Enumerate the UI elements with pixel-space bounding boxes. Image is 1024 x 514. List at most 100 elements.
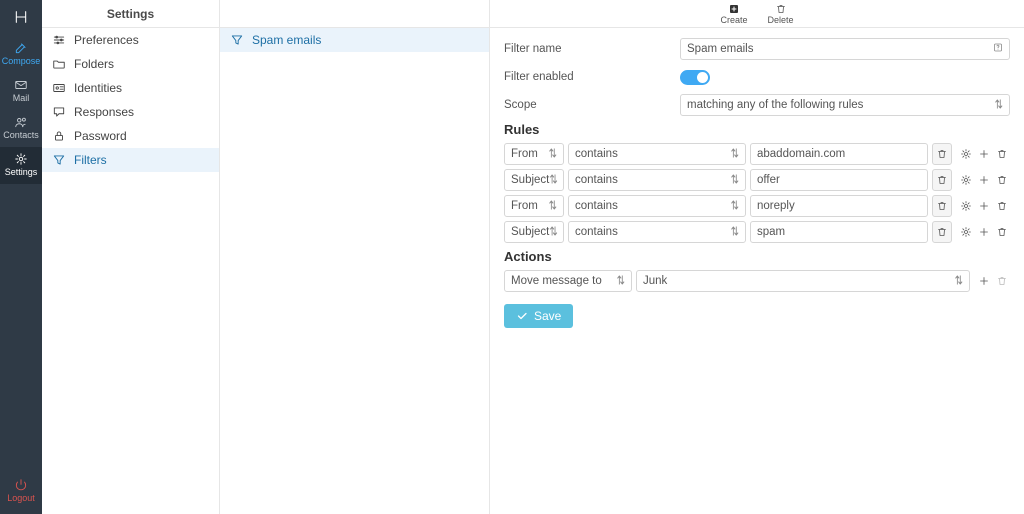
rule-value-input[interactable] xyxy=(750,195,928,217)
rule-delete-button[interactable] xyxy=(932,195,952,217)
action-row: Move message to ⇅ Junk ⇅ xyxy=(504,270,1010,292)
rule-field-select[interactable]: From ⇅ xyxy=(504,143,564,165)
action-ops xyxy=(976,273,1010,289)
rule-op-select[interactable]: contains ⇅ xyxy=(568,143,746,165)
chevron-updown-icon: ⇅ xyxy=(617,274,625,287)
settings-item-label: Filters xyxy=(74,153,107,167)
settings-header: Settings xyxy=(42,0,219,28)
action-remove-button[interactable] xyxy=(994,273,1010,289)
chevron-updown-icon: ⇅ xyxy=(549,225,557,238)
rules-title: Rules xyxy=(504,122,1010,137)
chevron-updown-icon: ⇅ xyxy=(995,98,1003,111)
save-button[interactable]: Save xyxy=(504,304,573,328)
rule-settings-button[interactable] xyxy=(958,146,974,162)
rule-value-input[interactable] xyxy=(750,169,928,191)
toolbar-label: Create xyxy=(720,16,747,25)
rule-add-button[interactable] xyxy=(976,198,992,214)
chevron-updown-icon: ⇅ xyxy=(731,199,739,212)
rule-op-select[interactable]: contains ⇅ xyxy=(568,221,746,243)
row-filter-name: Filter name xyxy=(504,38,1010,60)
settings-item-responses[interactable]: Responses xyxy=(42,100,219,124)
rule-settings-button[interactable] xyxy=(958,172,974,188)
filter-icon xyxy=(52,153,66,167)
action-select[interactable]: Move message to ⇅ xyxy=(504,270,632,292)
scope-select[interactable]: matching any of the following rules ⇅ xyxy=(680,94,1010,116)
chevron-updown-icon: ⇅ xyxy=(731,147,739,160)
create-button[interactable]: Create xyxy=(712,0,755,27)
settings-item-label: Password xyxy=(74,129,127,143)
rule-ops xyxy=(958,146,1010,162)
app-logo xyxy=(0,4,42,30)
row-filter-enabled: Filter enabled xyxy=(504,66,1010,88)
rail-item-logout[interactable]: Logout xyxy=(0,473,42,510)
filter-list: Spam emails xyxy=(220,28,489,52)
rule-delete-button[interactable] xyxy=(932,143,952,165)
toolbar: Create Delete xyxy=(490,0,1024,28)
gear-icon xyxy=(14,152,28,166)
rule-field-value: Subject xyxy=(511,226,549,238)
rail-item-compose[interactable]: Compose xyxy=(0,36,42,73)
filter-enabled-toggle[interactable] xyxy=(680,70,710,85)
actions-title: Actions xyxy=(504,249,1010,264)
rule-field-value: Subject xyxy=(511,174,549,186)
rail-item-settings[interactable]: Settings xyxy=(0,147,42,184)
settings-item-folders[interactable]: Folders xyxy=(42,52,219,76)
settings-item-identities[interactable]: Identities xyxy=(42,76,219,100)
rule-op-value: contains xyxy=(575,148,618,160)
rule-op-value: contains xyxy=(575,200,618,212)
settings-list: Preferences Folders Identities Responses… xyxy=(42,28,219,172)
lock-icon xyxy=(52,129,66,143)
rule-remove-button[interactable] xyxy=(994,146,1010,162)
rail-item-label: Settings xyxy=(5,167,38,177)
rule-remove-button[interactable] xyxy=(994,198,1010,214)
plus-square-icon xyxy=(728,3,740,15)
plus-icon xyxy=(978,275,990,287)
rail-item-contacts[interactable]: Contacts xyxy=(0,110,42,147)
rule-remove-button[interactable] xyxy=(994,224,1010,240)
rule-field-select[interactable]: Subject ⇅ xyxy=(504,221,564,243)
filter-item[interactable]: Spam emails xyxy=(220,28,489,52)
sliders-icon xyxy=(52,33,66,47)
app-logo-icon xyxy=(13,9,29,25)
plus-icon xyxy=(978,200,990,212)
rule-add-button[interactable] xyxy=(976,172,992,188)
filter-name-input[interactable] xyxy=(680,38,1010,60)
rule-add-button[interactable] xyxy=(976,146,992,162)
filter-item-label: Spam emails xyxy=(252,33,321,47)
action-add-button[interactable] xyxy=(976,273,992,289)
chevron-updown-icon: ⇅ xyxy=(731,173,739,186)
settings-item-filters[interactable]: Filters xyxy=(42,148,219,172)
folder-icon xyxy=(52,57,66,71)
rule-ops xyxy=(958,224,1010,240)
delete-button[interactable]: Delete xyxy=(760,0,802,27)
settings-item-preferences[interactable]: Preferences xyxy=(42,28,219,52)
rule-value-input[interactable] xyxy=(750,143,928,165)
rule-delete-button[interactable] xyxy=(932,169,952,191)
chevron-updown-icon: ⇅ xyxy=(731,225,739,238)
rule-delete-button[interactable] xyxy=(932,221,952,243)
rule-settings-button[interactable] xyxy=(958,198,974,214)
action-target-select[interactable]: Junk ⇅ xyxy=(636,270,970,292)
rail-item-label: Contacts xyxy=(3,130,39,140)
rule-add-button[interactable] xyxy=(976,224,992,240)
task-rail: Compose Mail Contacts Settings Logout xyxy=(0,0,42,514)
rule-value-input[interactable] xyxy=(750,221,928,243)
filter-name-label: Filter name xyxy=(504,43,680,55)
rule-op-select[interactable]: contains ⇅ xyxy=(568,195,746,217)
rule-field-select[interactable]: Subject ⇅ xyxy=(504,169,564,191)
rail-item-mail[interactable]: Mail xyxy=(0,73,42,110)
trash-icon xyxy=(996,226,1008,238)
row-scope: Scope matching any of the following rule… xyxy=(504,94,1010,116)
comment-icon xyxy=(52,105,66,119)
rail-item-label: Compose xyxy=(2,56,41,66)
rule-settings-button[interactable] xyxy=(958,224,974,240)
rule-field-select[interactable]: From ⇅ xyxy=(504,195,564,217)
check-icon xyxy=(516,310,528,322)
scope-value: matching any of the following rules xyxy=(687,99,863,111)
rule-remove-button[interactable] xyxy=(994,172,1010,188)
rule-op-select[interactable]: contains ⇅ xyxy=(568,169,746,191)
trash-icon xyxy=(936,200,948,212)
help-icon[interactable] xyxy=(992,42,1004,57)
settings-item-password[interactable]: Password xyxy=(42,124,219,148)
filters-column: Spam emails xyxy=(220,0,490,514)
